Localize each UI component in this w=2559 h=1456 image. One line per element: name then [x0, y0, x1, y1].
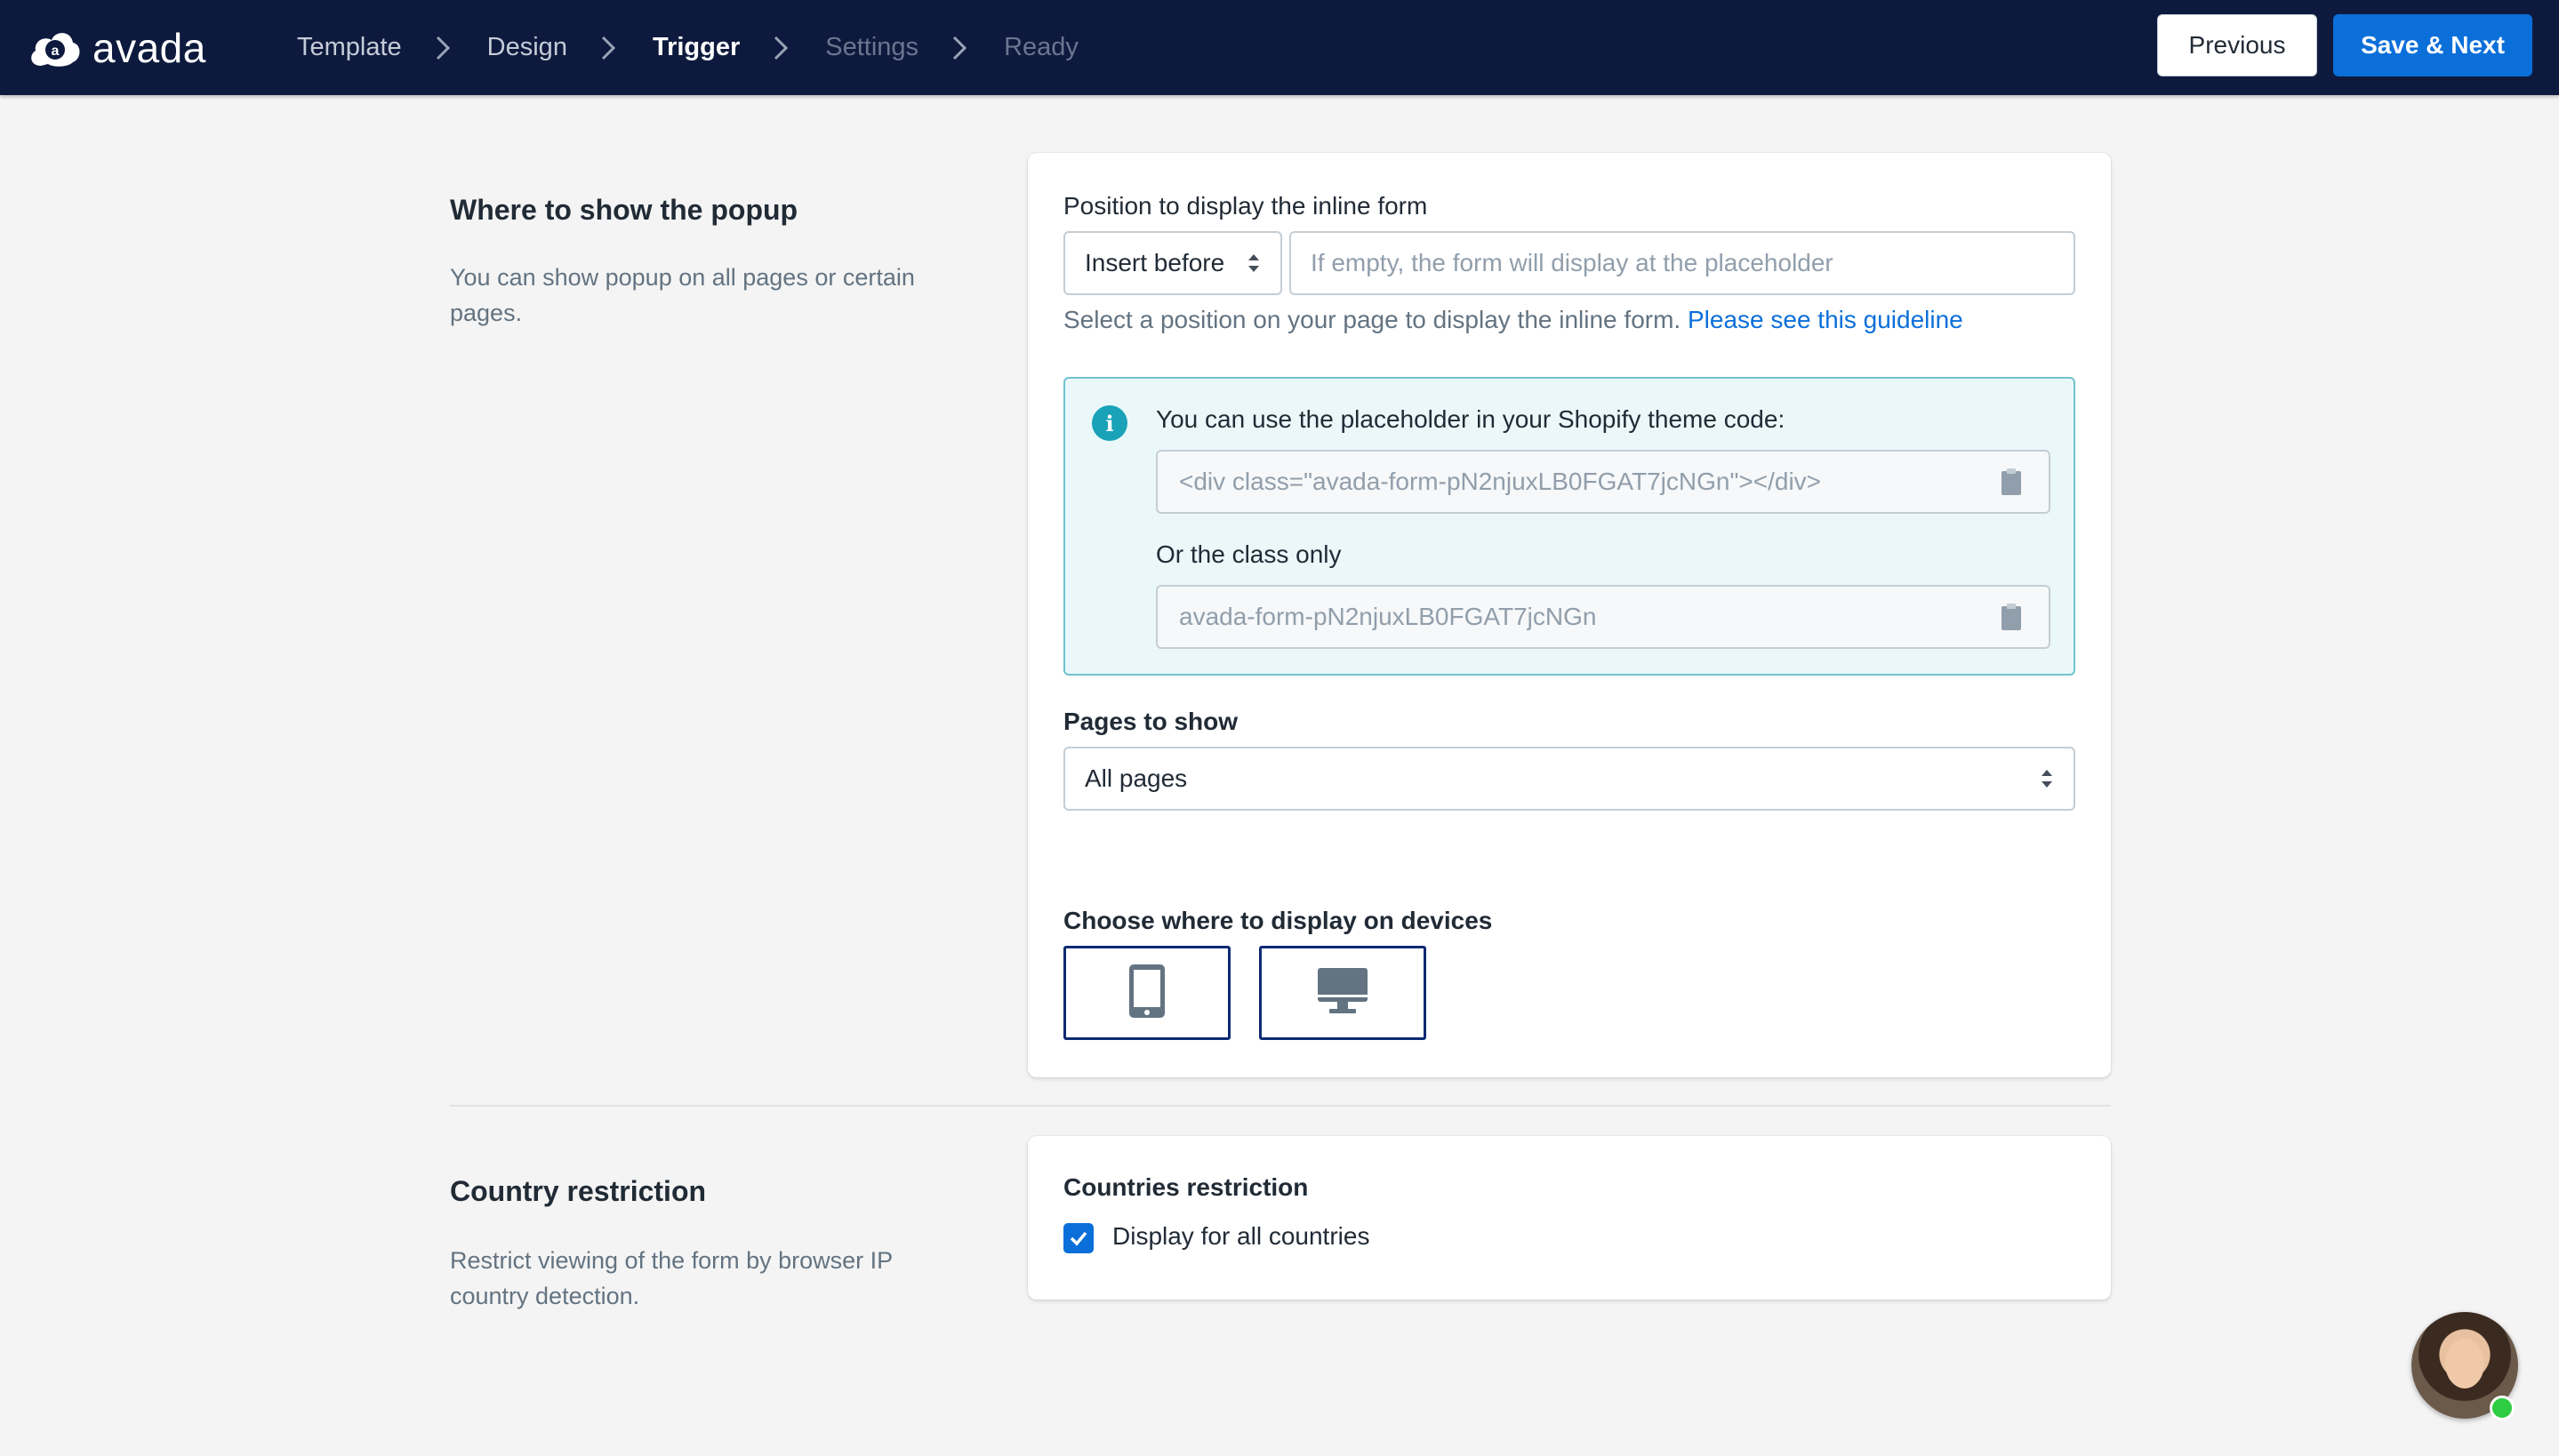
where-section-title: Where to show the popup — [450, 194, 798, 226]
class-code: avada-form-pN2njuxLB0FGAT7jcNGn — [1179, 603, 1597, 630]
select-arrows-icon — [2040, 766, 2054, 791]
country-card: Countries restriction Display for all co… — [1028, 1136, 2111, 1300]
countries-restriction-label: Countries restriction — [1063, 1173, 1309, 1201]
country-section-title: Country restriction — [450, 1175, 707, 1207]
where-card: Position to display the inline form Inse… — [1028, 153, 2111, 1077]
desktop-icon — [1317, 965, 1368, 1021]
save-next-button[interactable]: Save & Next — [2333, 14, 2532, 76]
previous-button[interactable]: Previous — [2157, 14, 2317, 76]
tablet-icon — [1127, 963, 1167, 1024]
step-settings[interactable]: Settings — [825, 33, 919, 62]
placeholder-info-box: i You can use the placeholder in your Sh… — [1063, 377, 2075, 676]
placeholder-info-heading: You can use the placeholder in your Shop… — [1156, 405, 1785, 433]
step-design[interactable]: Design — [487, 33, 567, 62]
country-section-description: Restrict viewing of the form by browser … — [450, 1247, 893, 1309]
all-countries-checkbox[interactable] — [1063, 1223, 1094, 1253]
online-status-dot — [2490, 1396, 2515, 1420]
pages-label: Pages to show — [1063, 708, 1239, 735]
chevron-right-icon — [938, 30, 981, 66]
class-label: Or the class only — [1156, 540, 1342, 568]
devices-label: Choose where to display on devices — [1063, 907, 1493, 934]
guideline-link[interactable]: Please see this guideline — [1688, 306, 1963, 333]
device-desktop-button[interactable] — [1259, 946, 1426, 1040]
class-code-field[interactable]: avada-form-pN2njuxLB0FGAT7jcNGn — [1156, 585, 2050, 649]
step-template[interactable]: Template — [297, 33, 402, 62]
avatar-face — [2445, 1339, 2484, 1388]
position-select-value: Insert before — [1085, 249, 1225, 276]
checkmark-icon — [1070, 1231, 1087, 1246]
pages-select[interactable]: All pages — [1063, 747, 2075, 811]
brand-logo[interactable]: a avada — [27, 16, 206, 80]
where-section-description: You can show popup on all pages or certa… — [450, 264, 915, 326]
top-bar: a avada Template Design Trigger Settings… — [0, 0, 2559, 95]
chevron-right-icon — [587, 30, 630, 66]
placeholder-code-field[interactable]: <div class="avada-form-pN2njuxLB0FGAT7jc… — [1156, 450, 2050, 514]
position-helper: Select a position on your page to displa… — [1063, 306, 1963, 334]
step-ready[interactable]: Ready — [1004, 33, 1079, 62]
position-helper-text: Select a position on your page to displa… — [1063, 306, 1681, 333]
copy-icon[interactable] — [2001, 468, 2022, 496]
device-mobile-button[interactable] — [1063, 946, 1231, 1040]
info-icon: i — [1092, 405, 1127, 441]
chevron-right-icon — [759, 30, 802, 66]
selector-input[interactable] — [1289, 231, 2075, 295]
svg-text:a: a — [52, 44, 60, 59]
position-label: Position to display the inline form — [1063, 192, 1428, 220]
chevron-right-icon — [421, 30, 464, 66]
brand-name: avada — [92, 25, 206, 71]
step-trigger[interactable]: Trigger — [653, 33, 740, 62]
section-divider — [450, 1105, 2111, 1107]
copy-icon[interactable] — [2001, 603, 2022, 631]
select-arrows-icon — [1247, 251, 1261, 276]
all-countries-label[interactable]: Display for all countries — [1112, 1222, 1369, 1251]
position-select[interactable]: Insert before — [1063, 231, 1282, 295]
pages-select-value: All pages — [1085, 764, 1188, 792]
placeholder-code: <div class="avada-form-pN2njuxLB0FGAT7jc… — [1179, 468, 1822, 495]
avada-logo-icon: a — [27, 23, 84, 73]
wizard-steps: Template Design Trigger Settings Ready — [297, 0, 1079, 95]
